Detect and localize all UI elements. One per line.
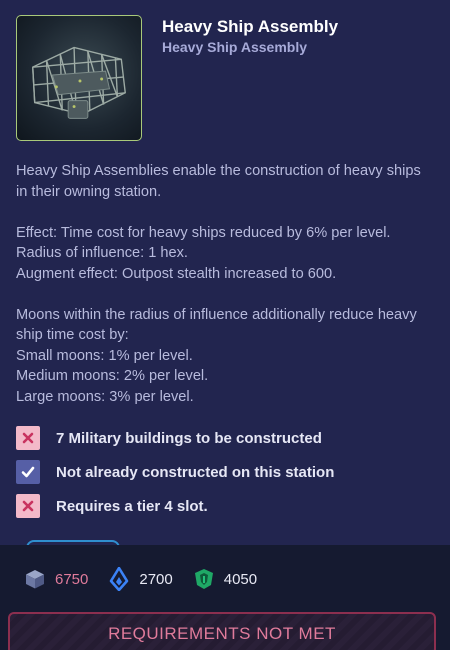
requirement-item: Not already constructed on this station (16, 460, 436, 484)
resource-costs: 6750 2700 4050 (22, 566, 275, 592)
requirement-item: Requires a tier 4 slot. (16, 494, 436, 518)
crystal-cost: 4050 (191, 566, 257, 592)
requirement-text: Not already constructed on this station (56, 463, 335, 481)
building-image (16, 15, 142, 141)
crystal-cost-value: 4050 (223, 570, 258, 588)
requirement-text: 7 Military buildings to be constructed (56, 429, 322, 447)
flame-icon (106, 566, 132, 592)
cube-icon (22, 566, 48, 592)
large-moons-line: Large moons: 3% per level. (16, 388, 194, 405)
description-moons: Moons within the radius of influence add… (16, 305, 436, 408)
requirement-status-ok (16, 460, 40, 484)
building-description: Heavy Ship Assemblies enable the constru… (16, 161, 436, 407)
requirement-status-fail (16, 494, 40, 518)
metal-cost-value: 6750 (55, 570, 89, 588)
requirement-status-fail (16, 426, 40, 450)
cost-footer: 6750 2700 4050 REQUIREMENTS NOT MET (0, 545, 450, 650)
description-effects: Effect: Time cost for heavy ships reduce… (16, 223, 436, 285)
building-header: Heavy Ship Assembly Heavy Ship Assembly (16, 15, 434, 141)
metal-cost: 6750 (22, 566, 88, 592)
description-intro: Heavy Ship Assemblies enable the constru… (16, 163, 421, 200)
gas-cost-value: 2700 (139, 570, 173, 588)
cross-icon (22, 432, 34, 444)
small-moons-line: Small moons: 1% per level. (16, 347, 193, 364)
augment-line: Augment effect: Outpost stealth increase… (16, 265, 337, 282)
moons-intro-line: Moons within the radius of influence add… (16, 306, 417, 344)
requirements-list: 7 Military buildings to be constructed N… (16, 426, 436, 528)
medium-moons-line: Medium moons: 2% per level. (16, 368, 209, 384)
building-title: Heavy Ship Assembly (162, 17, 339, 36)
radius-line: Radius of influence: 1 hex. (16, 245, 188, 261)
check-icon (21, 466, 35, 478)
building-subtitle: Heavy Ship Assembly (162, 39, 307, 55)
gem-icon (191, 566, 217, 592)
requirement-text: Requires a tier 4 slot. (56, 497, 208, 515)
effect-line: Effect: Time cost for heavy ships reduce… (16, 224, 391, 241)
ship-frame-structure-image (32, 46, 126, 119)
requirement-item: 7 Military buildings to be constructed (16, 426, 436, 450)
cross-icon (22, 500, 34, 512)
gas-cost: 2700 (106, 566, 173, 592)
requirements-not-met-button[interactable]: REQUIREMENTS NOT MET (8, 612, 436, 650)
status-button-label: REQUIREMENTS NOT MET (108, 624, 336, 643)
